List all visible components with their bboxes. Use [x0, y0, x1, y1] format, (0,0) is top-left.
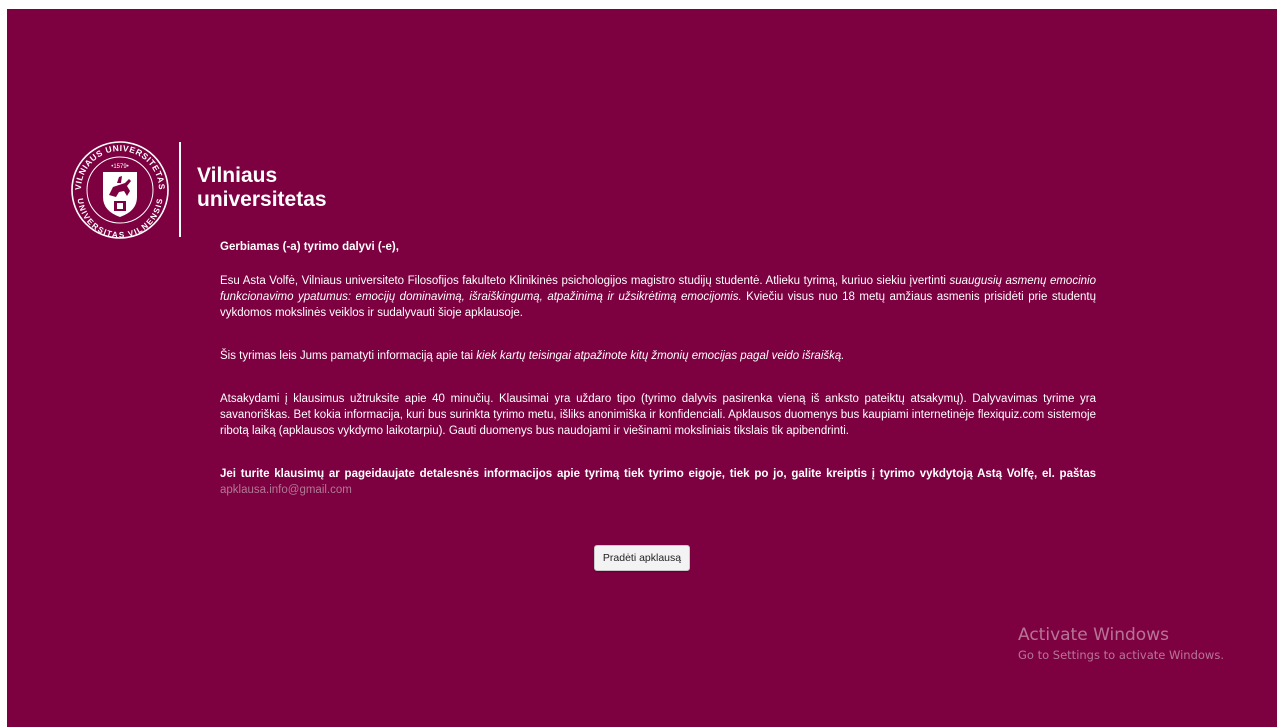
activate-windows-title: Activate Windows [1018, 625, 1169, 645]
university-logo: VILNIAUS UNIVERSITETAS UNIVERSITAS VILNE… [69, 139, 359, 249]
intro-text: Gerbiamas (-a) tyrimo dalyvi (-e), Esu A… [220, 239, 1096, 498]
intro-paragraph-4: Jei turite klausimų ar pageidaujate deta… [220, 466, 1096, 498]
university-seal-icon: VILNIAUS UNIVERSITETAS UNIVERSITAS VILNE… [71, 141, 169, 240]
greeting: Gerbiamas (-a) tyrimo dalyvi (-e), [220, 241, 399, 253]
university-name-line1: Vilniaus [197, 164, 278, 187]
p1-text-a: Esu Asta Volfė, Vilniaus universiteto Fi… [220, 275, 950, 287]
p2-emphasis: kiek kartų teisingai atpažinote kitų žmo… [476, 350, 845, 362]
email-link[interactable]: apklausa.info@gmail.com [220, 484, 352, 496]
seal-year: •1579• [111, 164, 129, 170]
p2-text-a: Šis tyrimas leis Jums pamatyti informaci… [220, 350, 477, 362]
university-name-line2: universitetas [197, 188, 327, 211]
intro-paragraph-3: Atsakydami į klausimus užtruksite apie 4… [220, 393, 1096, 437]
logo-divider [179, 142, 181, 237]
p4-text: Jei turite klausimų ar pageidaujate deta… [220, 468, 1096, 480]
intro-paragraph-2: Šis tyrimas leis Jums pamatyti informaci… [220, 348, 1096, 364]
survey-page: VILNIAUS UNIVERSITETAS UNIVERSITAS VILNE… [7, 9, 1277, 727]
university-name: Vilniaus universitetas [197, 164, 327, 212]
activate-windows-subtitle: Go to Settings to activate Windows. [1018, 648, 1224, 662]
activate-windows-watermark: Activate Windows Go to Settings to activ… [1018, 624, 1224, 664]
start-survey-button[interactable]: Pradėti apklausą [593, 545, 691, 571]
intro-paragraph-1: Esu Asta Volfė, Vilniaus universiteto Fi… [220, 273, 1096, 321]
start-button-wrap: Pradėti apklausą [7, 545, 1277, 571]
